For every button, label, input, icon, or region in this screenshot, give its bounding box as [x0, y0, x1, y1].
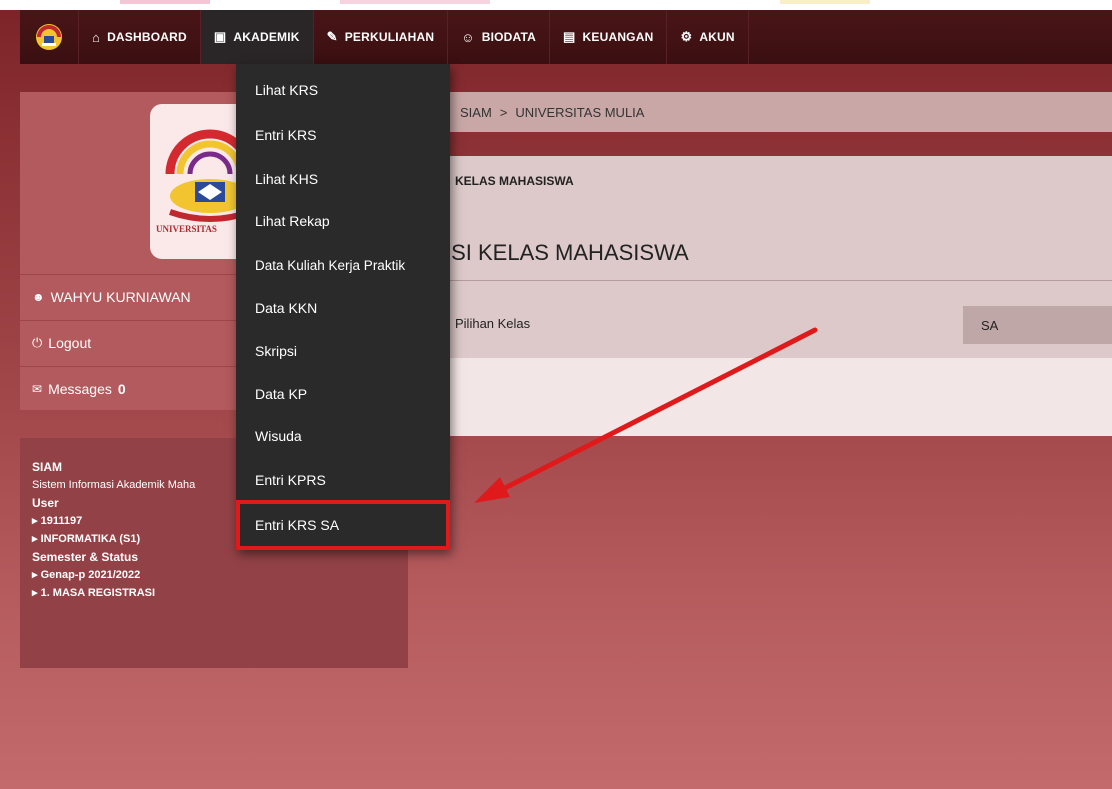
page: ⌂ DASHBOARD ▣ AKADEMIK ✎ PERKULIAHAN ☺ B… [0, 0, 1112, 789]
program: INFORMATIKA (S1) [40, 533, 141, 545]
status-row: ▸ 1. MASA REGISTRASI [32, 587, 156, 599]
user-name: WAHYU KURNIAWAN [50, 288, 191, 305]
select-value: SA [981, 317, 999, 333]
menu-item-lihat-krs[interactable]: Lihat KRS [236, 69, 450, 111]
breadcrumb-root[interactable]: SIAM [460, 105, 492, 120]
messages-label: Messages [48, 380, 112, 397]
class-choice-select[interactable]: SA [963, 306, 1112, 344]
navbar-logo[interactable] [20, 10, 79, 64]
menu-item-lihat-rekap[interactable]: Lihat Rekap [236, 200, 450, 242]
menu-item-label: Lihat Rekap [255, 213, 330, 229]
nav-akademik[interactable]: ▣ AKADEMIK [200, 10, 314, 64]
nav-label: PERKULIAHAN [344, 30, 435, 44]
menu-item-label: Entri KPRS [255, 472, 326, 488]
menu-item-label: Entri KRS SA [255, 517, 340, 533]
menu-item-label: Skripsi [255, 343, 298, 359]
messages-count: 0 [117, 380, 126, 397]
nav-label: KEUANGAN [582, 30, 654, 44]
menu-item-label: Wisuda [255, 428, 302, 444]
class-choice-label: Pilihan Kelas [455, 316, 531, 331]
menu-item-entri-krs-sa[interactable]: Entri KRS SA [236, 500, 450, 550]
semester: Genap-p 2021/2022 [40, 569, 141, 581]
envelope-icon: ✉ [32, 381, 43, 396]
user-id: 1911197 [40, 515, 83, 527]
nav-label: DASHBOARD [107, 30, 187, 44]
briefcase-icon: ▣ [213, 29, 227, 44]
class-card: KELAS MAHASISWA ISI KELAS MAHASISWA Pili… [420, 156, 1112, 358]
main-content: SIAM > UNIVERSITAS MULIA KELAS MAHASISWA… [420, 92, 1112, 438]
nav-biodata[interactable]: ☺ BIODATA [448, 10, 551, 64]
nav-dashboard[interactable]: ⌂ DASHBOARD [79, 10, 201, 64]
menu-item-entri-kprs[interactable]: Entri KPRS [236, 459, 450, 501]
top-decor-strip [0, 0, 1112, 10]
logo-caption: UNIVERSITAS [156, 224, 217, 234]
menu-item-data-kuliah-kerja-praktik[interactable]: Data Kuliah Kerja Praktik [236, 244, 450, 286]
nav-label: BIODATA [481, 30, 537, 44]
menu-item-label: Data Kuliah Kerja Praktik [255, 257, 406, 273]
menu-item-label: Entri KRS [255, 127, 317, 143]
menu-item-label: Data KP [255, 386, 308, 402]
page-title: ISI KELAS MAHASISWA [445, 240, 689, 265]
top-navbar: ⌂ DASHBOARD ▣ AKADEMIK ✎ PERKULIAHAN ☺ B… [20, 10, 1112, 64]
nav-perkuliahan[interactable]: ✎ PERKULIAHAN [314, 10, 449, 64]
akademik-dropdown: Lihat KRS Entri KRS Lihat KHS Lihat Reka… [236, 64, 450, 550]
card-footer [420, 358, 1112, 436]
menu-item-label: Data KKN [255, 300, 318, 316]
breadcrumb-separator: > [499, 104, 508, 120]
university-logo-icon [36, 24, 62, 50]
menu-item-data-kp[interactable]: Data KP [236, 373, 450, 415]
breadcrumb: SIAM > UNIVERSITAS MULIA [420, 92, 1112, 132]
gears-icon: ⚙ [680, 29, 693, 44]
money-icon: ▤ [563, 29, 576, 44]
card-title: KELAS MAHASISWA [455, 174, 574, 188]
user-icon: ☺ [461, 29, 475, 45]
menu-item-label: Lihat KRS [255, 82, 319, 98]
menu-item-data-kkn[interactable]: Data KKN [236, 287, 450, 329]
nav-label: AKADEMIK [233, 30, 300, 44]
menu-item-skripsi[interactable]: Skripsi [236, 330, 450, 372]
power-icon: ⏻ [32, 334, 43, 350]
status-heading: Semester & Status [32, 550, 139, 564]
logout-label: Logout [48, 334, 92, 351]
home-icon: ⌂ [92, 29, 101, 45]
nav-label: AKUN [699, 30, 735, 44]
nav-keuangan[interactable]: ▤ KEUANGAN [550, 10, 668, 64]
menu-item-label: Lihat KHS [255, 171, 319, 187]
menu-item-lihat-khs[interactable]: Lihat KHS [236, 158, 450, 200]
user-icon: ☻ [32, 289, 45, 304]
status: 1. MASA REGISTRASI [40, 587, 156, 599]
divider [420, 280, 1112, 281]
pencil-icon: ✎ [326, 29, 338, 44]
menu-item-entri-krs[interactable]: Entri KRS [236, 114, 450, 156]
menu-item-wisuda[interactable]: Wisuda [236, 415, 450, 457]
nav-akun[interactable]: ⚙ AKUN [667, 10, 749, 64]
semester-row: ▸ Genap-p 2021/2022 [32, 569, 141, 581]
breadcrumb-current: UNIVERSITAS MULIA [515, 104, 645, 120]
